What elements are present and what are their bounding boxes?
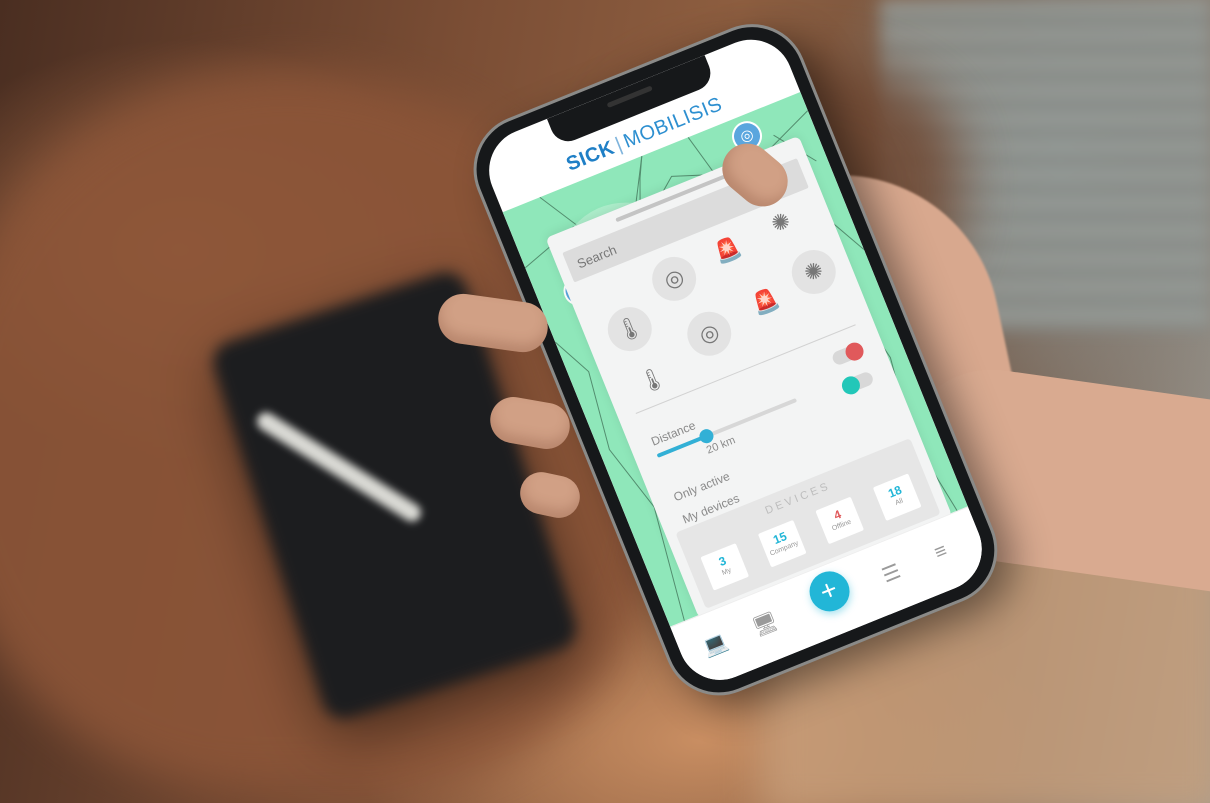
stack-icon[interactable]: ☰ [873, 556, 910, 590]
thermometer-filter-icon[interactable]: 🌡 [601, 300, 659, 358]
radar-icon[interactable]: ◎ [680, 305, 738, 363]
monitor-icon[interactable]: 🖥 [747, 607, 784, 641]
toggle-knob-off [839, 373, 863, 398]
speaker-grille [606, 85, 653, 109]
alarm-light-filter-icon[interactable]: 🚨 [737, 274, 794, 331]
thermometer-icon[interactable]: 🌡 [624, 352, 681, 409]
only-active-toggle[interactable] [839, 370, 875, 398]
add-button[interactable]: + [803, 565, 856, 618]
radar-filter-icon[interactable]: ◎ [645, 250, 703, 308]
toggle-knob-on [842, 339, 867, 364]
menu-icon[interactable]: ≡ [923, 536, 959, 569]
alarm-light-icon[interactable]: 🚨 [699, 222, 756, 279]
device-count-all[interactable]: 18 All [872, 473, 922, 522]
virus-filter-icon[interactable]: ✺ [785, 243, 843, 301]
device-count-offline[interactable]: 4 Offline [815, 496, 865, 545]
device-count-my[interactable]: 3 My [700, 543, 750, 591]
laptop-icon[interactable]: 💻 [697, 627, 734, 661]
distance-toggle[interactable] [830, 339, 867, 367]
device-count-company[interactable]: 15 Company [757, 519, 807, 568]
